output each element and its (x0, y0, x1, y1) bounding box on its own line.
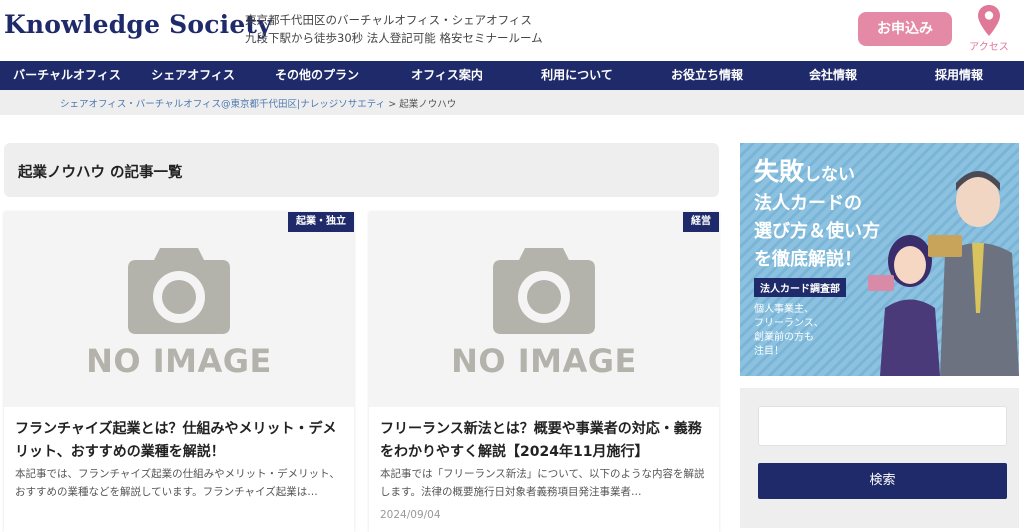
banner-sub1: 個人事業主、 (754, 304, 814, 315)
category-badge[interactable]: 起業・独立 (288, 212, 354, 232)
breadcrumb: シェアオフィス・バーチャルオフィス@東京都千代田区|ナレッジソサエティ > 起業… (60, 96, 456, 110)
breadcrumb-separator: > (388, 99, 397, 110)
banner-line1-big: 失敗 (754, 157, 805, 186)
no-image-text: NO IMAGE (86, 342, 272, 380)
access-label: アクセス (969, 42, 1009, 53)
banner-line4: を徹底解説！ (754, 249, 862, 270)
article-card[interactable]: NO IMAGE 起業・独立 フランチャイズ起業とは？仕組みやメリット・デメリッ… (4, 212, 354, 532)
page-title: 起業ノウハウ の記事一覧 (18, 165, 183, 181)
category-badge[interactable]: 経営 (683, 212, 719, 232)
article-title[interactable]: フランチャイズ起業とは？仕組みやメリット・デメリット、おすすめの業種を解説！ (15, 418, 345, 464)
breadcrumb-home-link[interactable]: シェアオフィス・バーチャルオフィス@東京都千代田区|ナレッジソサエティ (60, 99, 385, 110)
article-card[interactable]: NO IMAGE 経営 フリーランス新法とは？概要や事業者の対応・義務をわかりや… (369, 212, 719, 532)
camera-icon (128, 248, 230, 334)
sidebar-banner[interactable]: 失敗しない 法人カードの 選び方＆使い方 を徹底解説！ 法人カード調査部 個人事… (740, 143, 1019, 376)
article-title[interactable]: フリーランス新法とは？概要や事業者の対応・義務をわかりやすく解説【2024年11… (380, 418, 710, 464)
nav-item-usage[interactable]: 利用について (512, 61, 642, 90)
banner-text: 失敗しない 法人カードの 選び方＆使い方 を徹底解説！ 法人カード調査部 個人事… (754, 157, 880, 359)
article-thumbnail[interactable]: NO IMAGE 起業・独立 (4, 212, 354, 407)
banner-sub3: 創業前の方も (754, 332, 814, 343)
main-nav: バーチャルオフィス シェアオフィス その他のプラン オフィス案内 利用について … (0, 61, 1024, 90)
banner-line1-small: しない (804, 165, 856, 185)
nav-item-other-plans[interactable]: その他のプラン (252, 61, 382, 90)
breadcrumb-bar: シェアオフィス・バーチャルオフィス@東京都千代田区|ナレッジソサエティ > 起業… (0, 90, 1024, 115)
article-date: 2024/09/04 (380, 509, 441, 521)
article-thumbnail[interactable]: NO IMAGE 経営 (369, 212, 719, 407)
nav-item-recruit[interactable]: 採用情報 (894, 61, 1024, 90)
banner-line2: 法人カードの (754, 193, 862, 214)
tagline-line-1: 東京都千代田区のバーチャルオフィス・シェアオフィス (245, 13, 532, 27)
nav-item-useful-info[interactable]: お役立ち情報 (642, 61, 772, 90)
article-excerpt: 本記事では、フランチャイズ起業の仕組みやメリット・デメリット、おすすめの業種など… (15, 468, 340, 498)
no-image-text: NO IMAGE (451, 342, 637, 380)
archive-header: 起業ノウハウ の記事一覧 (4, 143, 719, 197)
map-pin-icon (978, 5, 1000, 36)
nav-item-office-guide[interactable]: オフィス案内 (382, 61, 512, 90)
access-link[interactable]: アクセス (965, 4, 1013, 53)
banner-tag: 法人カード調査部 (754, 278, 846, 297)
nav-item-virtual-office[interactable]: バーチャルオフィス (0, 61, 134, 90)
banner-sub4: 注目！ (754, 346, 784, 357)
article-excerpt: 本記事では「フリーランス新法」について、以下のような内容を解説します。法律の概要… (380, 468, 705, 498)
banner-sub2: フリーランス、 (754, 318, 824, 329)
nav-item-company-info[interactable]: 会社情報 (772, 61, 894, 90)
apply-button[interactable]: お申込み (858, 12, 952, 46)
site-tagline: 東京都千代田区のバーチャルオフィス・シェアオフィス 九段下駅から徒歩30秒 法人… (245, 11, 543, 47)
breadcrumb-current: 起業ノウハウ (399, 99, 457, 110)
site-logo[interactable]: Knowledge Society (4, 10, 272, 39)
camera-icon (493, 248, 595, 334)
sidebar-search: 検索 (740, 388, 1019, 528)
site-header: Knowledge Society 東京都千代田区のバーチャルオフィス・シェアオ… (0, 0, 1024, 61)
banner-line3: 選び方＆使い方 (754, 221, 880, 242)
tagline-line-2: 九段下駅から徒歩30秒 法人登記可能 格安セミナールーム (245, 31, 543, 45)
search-input[interactable] (758, 406, 1007, 446)
search-button[interactable]: 検索 (758, 463, 1007, 499)
nav-item-share-office[interactable]: シェアオフィス (134, 61, 252, 90)
